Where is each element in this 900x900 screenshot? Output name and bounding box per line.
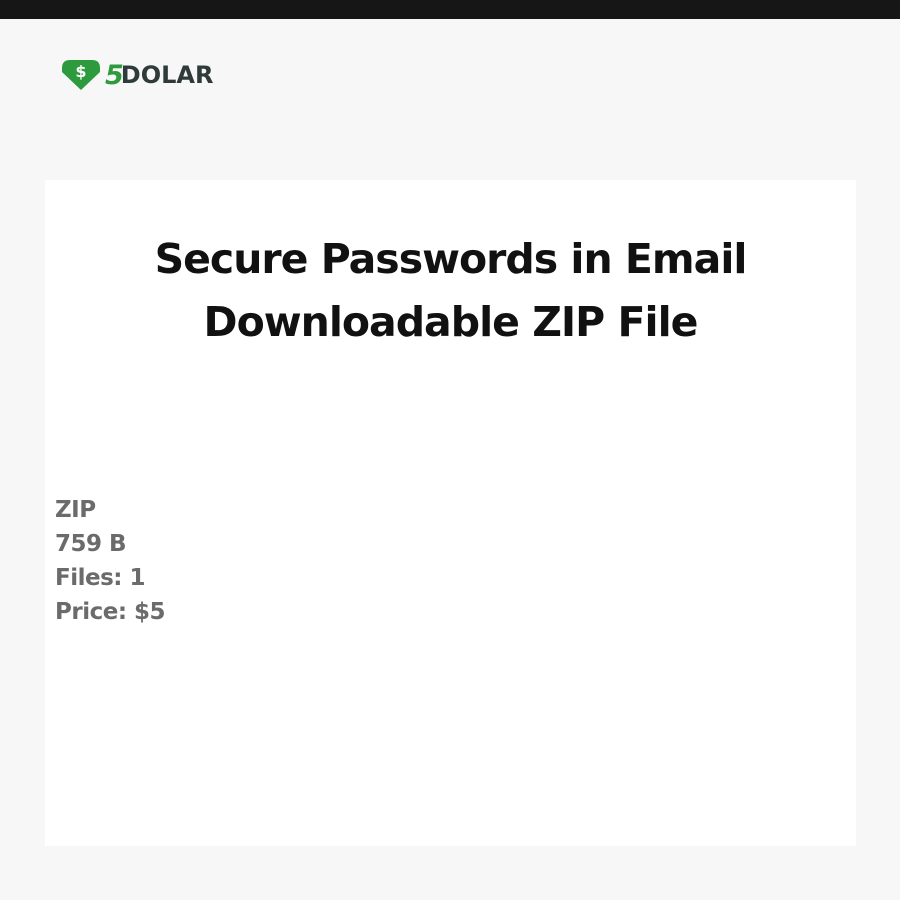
dollar-download-icon: $ <box>62 60 100 90</box>
file-format: ZIP <box>55 497 96 523</box>
product-title-line-2: Downloadable ZIP File <box>203 298 699 346</box>
site-logo[interactable]: $ 5 DOLAR <box>60 58 213 92</box>
logo-text: 5 DOLAR <box>105 62 213 89</box>
product-meta: ZIP 759 B Files: 1 Price: $5 <box>55 493 166 629</box>
logo-word: DOLAR <box>120 61 214 89</box>
product-title-line-1: Secure Passwords in Email <box>154 235 748 283</box>
product-title: Secure Passwords in Email Downloadable Z… <box>45 228 856 354</box>
file-count: Files: 1 <box>55 565 145 591</box>
file-size: 759 B <box>55 531 127 557</box>
product-price: Price: $5 <box>55 599 166 625</box>
product-card: Secure Passwords in Email Downloadable Z… <box>45 180 856 846</box>
svg-text:$: $ <box>75 62 86 81</box>
top-bar <box>0 0 900 19</box>
logo-digit: 5 <box>105 59 124 91</box>
